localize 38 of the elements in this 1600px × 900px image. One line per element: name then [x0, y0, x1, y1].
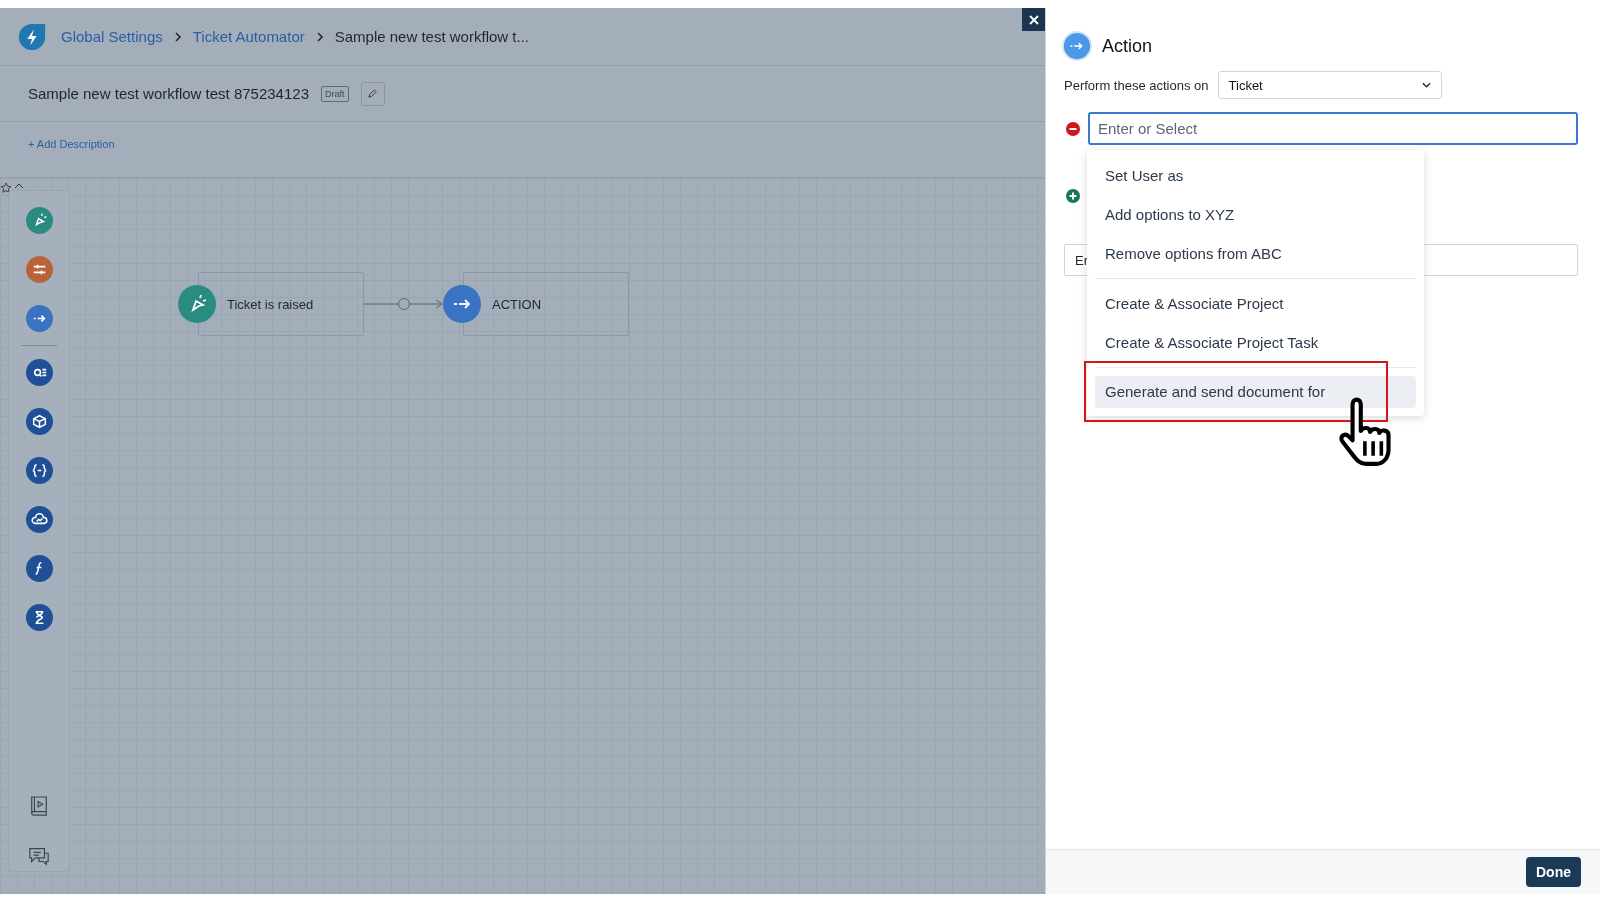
perform-label: Perform these actions on — [1064, 77, 1209, 93]
braces-tool-icon[interactable] — [25, 457, 53, 484]
chevron-icon — [172, 31, 183, 42]
box-tool-icon[interactable] — [25, 408, 53, 435]
chevron-down-icon — [1421, 82, 1431, 88]
star-icon[interactable] — [0, 182, 12, 194]
menu-item[interactable]: Create & Associate Project — [1095, 284, 1416, 323]
trigger-tool-icon[interactable] — [25, 207, 53, 234]
logo-icon — [17, 21, 47, 52]
chevron-icon — [314, 31, 325, 42]
cloud-tool-icon[interactable] — [25, 506, 53, 533]
object-select[interactable]: Ticket — [1217, 71, 1442, 99]
breadcrumb-current: Sample new test workflow t... — [334, 28, 529, 45]
node-label: Ticket is raised — [227, 296, 314, 312]
menu-item[interactable]: Add options to XYZ — [1095, 195, 1416, 234]
search-tool-icon[interactable] — [25, 359, 53, 386]
action-tool-icon[interactable] — [25, 305, 53, 332]
close-icon — [1027, 13, 1040, 26]
node-label: ACTION — [492, 296, 542, 312]
action-input-field[interactable]: Enter or Select — [1088, 112, 1578, 145]
done-button[interactable]: Done — [1526, 857, 1581, 887]
timer-tool-icon[interactable] — [25, 604, 53, 631]
menu-item[interactable]: Remove options from ABC — [1095, 234, 1416, 273]
close-button[interactable] — [1022, 8, 1045, 31]
chat-icon[interactable] — [27, 845, 51, 867]
menu-item[interactable]: Generate and send document for — [1095, 376, 1416, 408]
caret-icon[interactable] — [14, 182, 24, 190]
menu-item[interactable]: Set User as — [1095, 156, 1416, 195]
remove-icon[interactable] — [1066, 121, 1080, 136]
status-badge: Draft — [321, 85, 349, 102]
pencil-icon — [367, 88, 378, 99]
workflow-title: Sample new test workflow test 875234123 — [28, 85, 309, 102]
condition-tool-icon[interactable] — [25, 256, 53, 283]
menu-item[interactable]: Create & Associate Project Task — [1095, 323, 1416, 362]
panel-title: Action — [1102, 35, 1153, 57]
function-tool-icon[interactable] — [25, 555, 53, 582]
video-guide-icon[interactable] — [29, 795, 49, 819]
add-icon[interactable] — [1066, 189, 1080, 203]
